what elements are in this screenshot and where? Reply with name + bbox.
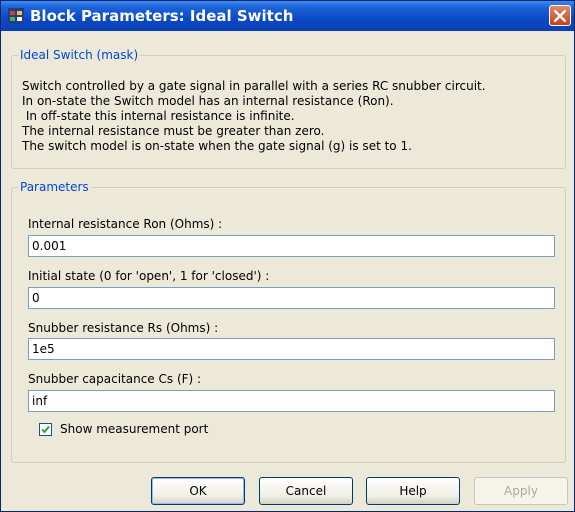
description-line: The switch model is on-state when the ga… [22,139,412,153]
description-line: In off-state this internal resistance is… [22,109,295,123]
initial-state-input[interactable] [28,287,555,309]
ok-button[interactable]: OK [151,477,245,505]
window-title: Block Parameters: Ideal Switch [30,7,294,25]
mask-description-group: Ideal Switch (mask) Switch controlled by… [11,48,566,169]
rs-label: Snubber resistance Rs (Ohms) : [28,321,219,335]
description-line: Switch controlled by a gate signal in pa… [22,79,486,93]
initial-state-label: Initial state (0 for 'open', 1 for 'clos… [28,269,270,283]
cs-label: Snubber capacitance Cs (F) : [28,372,202,386]
mask-description: Switch controlled by a gate signal in pa… [22,79,486,154]
ron-label: Internal resistance Ron (Ohms) : [28,217,223,231]
description-line: The internal resistance must be greater … [22,124,325,138]
help-button[interactable]: Help [366,477,460,505]
close-button[interactable] [549,5,571,26]
apply-button[interactable]: Apply [474,477,568,505]
show-measurement-checkbox[interactable] [39,423,52,436]
cancel-button[interactable]: Cancel [259,477,353,505]
mask-group-legend: Ideal Switch (mask) [20,48,139,62]
show-measurement-label[interactable]: Show measurement port [60,422,208,436]
title-bar[interactable]: Block Parameters: Ideal Switch [1,1,574,31]
simulink-block-icon [8,8,24,24]
cs-input[interactable] [28,390,555,412]
parameters-group-legend: Parameters [20,180,89,194]
ron-input[interactable] [28,235,555,257]
checkmark-icon [41,425,50,434]
close-icon [554,10,566,22]
dialog-window: Block Parameters: Ideal Switch Ideal Swi… [0,0,575,512]
description-line: In on-state the Switch model has an inte… [22,94,394,108]
rs-input[interactable] [28,338,555,360]
